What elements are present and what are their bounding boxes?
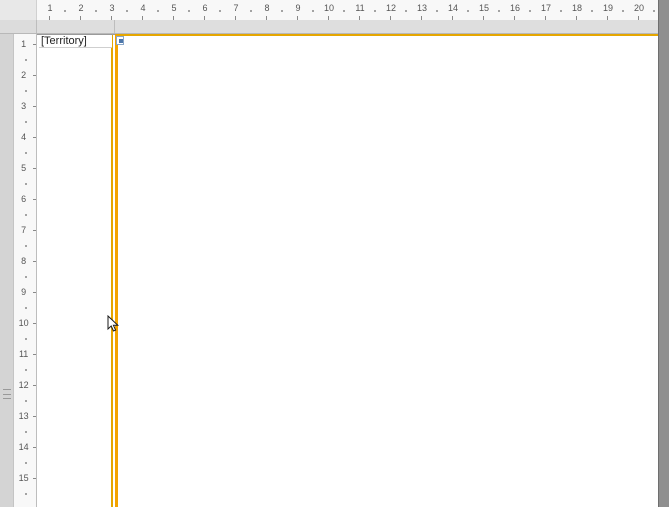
column-1[interactable]: [Territory]	[37, 35, 113, 507]
field-label: [Territory]	[39, 35, 112, 48]
vruler-subtick	[25, 493, 27, 495]
hruler-subtick	[498, 10, 500, 12]
report-designer: 1234567891011121314151617181920 12345678…	[0, 0, 658, 507]
main-area: 123456789101112131415 [Territory]	[0, 34, 658, 507]
column-header-1[interactable]	[37, 20, 115, 33]
hruler-subtick	[250, 10, 252, 12]
hruler-subtick	[467, 10, 469, 12]
ruler-corner	[0, 0, 37, 20]
hruler-subtick	[560, 10, 562, 12]
vruler-subtick	[25, 400, 27, 402]
hruler-subtick	[312, 10, 314, 12]
design-canvas[interactable]: [Territory]	[37, 34, 658, 507]
vruler-subtick	[25, 431, 27, 433]
hruler-subtick	[95, 10, 97, 12]
field-cell-territory[interactable]: [Territory]	[39, 35, 112, 48]
row-header-corner[interactable]	[0, 20, 37, 33]
hruler-subtick	[529, 10, 531, 12]
vruler-subtick	[25, 90, 27, 92]
vertical-gutter	[0, 34, 14, 507]
hruler-subtick	[126, 10, 128, 12]
hruler-subtick	[405, 10, 407, 12]
vruler-subtick	[25, 245, 27, 247]
hruler-subtick	[281, 10, 283, 12]
hruler-subtick	[591, 10, 593, 12]
vruler-subtick	[25, 214, 27, 216]
vruler-subtick	[25, 369, 27, 371]
hruler-subtick	[653, 10, 655, 12]
hruler-subtick	[219, 10, 221, 12]
cell-resize-handle-icon[interactable]	[116, 36, 124, 45]
hruler-subtick	[622, 10, 624, 12]
vertical-ruler-column: 123456789101112131415	[0, 34, 37, 507]
vruler-subtick	[25, 338, 27, 340]
vruler-subtick	[25, 59, 27, 61]
column-divider-selected[interactable]	[115, 35, 118, 507]
column-header-2[interactable]	[115, 20, 658, 33]
vruler-subtick	[25, 462, 27, 464]
vertical-ruler[interactable]: 123456789101112131415	[14, 34, 36, 507]
hruler-subtick	[374, 10, 376, 12]
vruler-subtick	[25, 152, 27, 154]
hruler-subtick	[157, 10, 159, 12]
horizontal-ruler[interactable]: 1234567891011121314151617181920	[37, 0, 658, 20]
horizontal-ruler-row: 1234567891011121314151617181920	[0, 0, 658, 20]
hruler-subtick	[436, 10, 438, 12]
split-handle-icon[interactable]	[3, 389, 11, 399]
selection-top-border	[115, 34, 658, 36]
vruler-subtick	[25, 276, 27, 278]
vruler-subtick	[25, 121, 27, 123]
right-gutter	[658, 0, 669, 507]
hruler-subtick	[343, 10, 345, 12]
column-header-row	[0, 20, 658, 34]
hruler-subtick	[188, 10, 190, 12]
hruler-subtick	[64, 10, 66, 12]
vruler-subtick	[25, 183, 27, 185]
vruler-subtick	[25, 307, 27, 309]
